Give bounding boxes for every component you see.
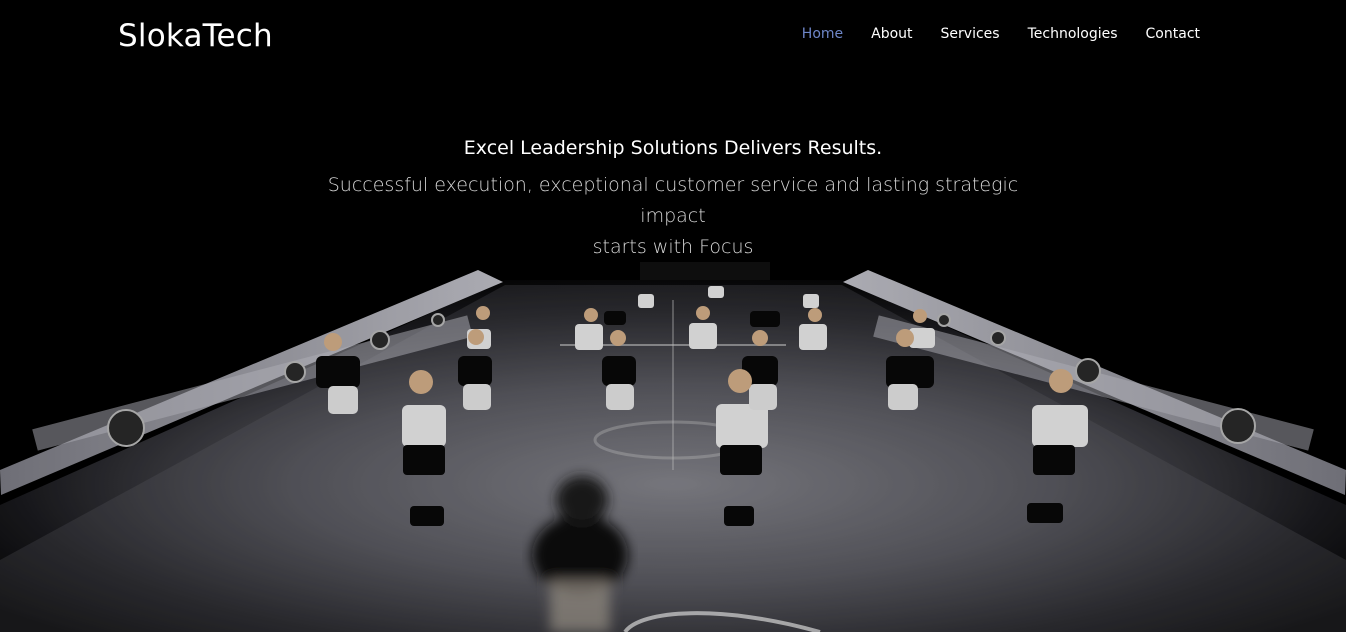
nav-item-services[interactable]: Services	[927, 24, 1014, 44]
nav-item-technologies[interactable]: Technologies	[1014, 24, 1132, 44]
nav-item-contact[interactable]: Contact	[1132, 24, 1214, 44]
hero-copy: Excel Leadership Solutions Delivers Resu…	[0, 134, 1346, 263]
hero-section: SlokaTech Home About Services Technologi…	[0, 0, 1346, 632]
hero-headline: Excel Leadership Solutions Delivers Resu…	[463, 137, 883, 159]
hero-subheadline-line-1: Successful execution, exceptional custom…	[327, 174, 1019, 227]
nav-item-home[interactable]: Home	[788, 24, 857, 44]
hero-subheadline-line-2: starts with Focus	[592, 236, 754, 258]
main-navigation: Home About Services Technologies Contact	[788, 24, 1214, 44]
hero-subheadline: Successful execution, exceptional custom…	[293, 170, 1053, 263]
top-navigation-bar: SlokaTech Home About Services Technologi…	[0, 0, 1346, 70]
nav-item-about[interactable]: About	[857, 24, 926, 44]
brand-logo[interactable]: SlokaTech	[118, 16, 273, 56]
foosball-table-image	[0, 0, 1346, 632]
